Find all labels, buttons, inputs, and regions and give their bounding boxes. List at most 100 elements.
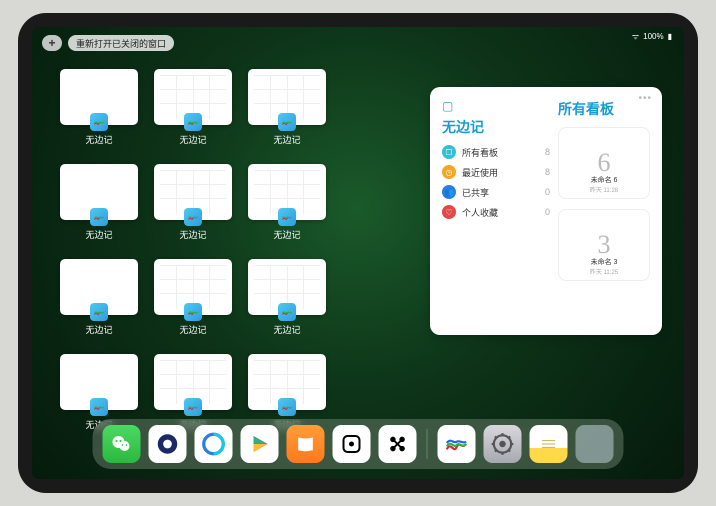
- top-bar: + 重新打开已关闭的窗口: [42, 35, 174, 51]
- thumb-preview: [60, 69, 138, 125]
- dock-app-books[interactable]: [287, 425, 325, 463]
- category-item[interactable]: ☐ 所有看板 8: [442, 145, 550, 159]
- board-subtitle: 昨天 11:25: [559, 267, 649, 276]
- category-count: 8: [545, 147, 550, 157]
- thumb-preview: [60, 259, 138, 315]
- category-item[interactable]: 👥 已共享 0: [442, 185, 550, 199]
- window-thumb[interactable]: 无边记: [60, 164, 138, 241]
- dock: [93, 419, 624, 469]
- board-title: 未命名 6: [559, 175, 649, 185]
- window-thumb[interactable]: 无边记: [248, 259, 326, 336]
- board-card[interactable]: 3 未命名 3 昨天 11:25: [558, 209, 650, 281]
- board-meta: 未命名 3 昨天 11:25: [559, 257, 649, 276]
- thumb-preview: [154, 354, 232, 410]
- freeform-app-icon: [278, 208, 296, 226]
- battery-text: 100%: [643, 32, 663, 41]
- thumb-label: 无边记: [85, 228, 112, 241]
- category-icon: ◷: [442, 165, 456, 179]
- more-icon[interactable]: •••: [638, 93, 652, 104]
- freeform-app-icon: [184, 113, 202, 131]
- new-window-button[interactable]: +: [42, 35, 62, 51]
- thumb-label: 无边记: [179, 228, 206, 241]
- wifi-icon: ᯤ: [632, 31, 639, 42]
- thumb-label: 无边记: [273, 133, 300, 146]
- category-icon: ♡: [442, 205, 456, 219]
- board-card[interactable]: 6 未命名 6 昨天 11:28: [558, 127, 650, 199]
- thumb-label: 无边记: [85, 323, 112, 336]
- freeform-app-icon: [90, 113, 108, 131]
- panel-content: 所有看板 6 未命名 6 昨天 11:28 3 未命名 3 昨天 11:25: [558, 99, 650, 323]
- thumb-label: 无边记: [273, 228, 300, 241]
- thumb-preview: [248, 164, 326, 220]
- category-label: 个人收藏: [462, 206, 498, 219]
- freeform-panel[interactable]: ••• ▢ 无边记 ☐ 所有看板 8◷ 最近使用 8👥 已共享 0♡ 个人收藏 …: [430, 87, 662, 335]
- window-thumb[interactable]: 无边记: [60, 259, 138, 336]
- board-title: 未命名 3: [559, 257, 649, 267]
- dock-app-folder[interactable]: [576, 425, 614, 463]
- panel-sidebar: ▢ 无边记 ☐ 所有看板 8◷ 最近使用 8👥 已共享 0♡ 个人收藏 0: [442, 99, 550, 323]
- thumb-preview: [60, 164, 138, 220]
- thumb-label: 无边记: [273, 323, 300, 336]
- dock-app-freeform[interactable]: [438, 425, 476, 463]
- window-thumb[interactable]: 无边记: [248, 164, 326, 241]
- thumb-label: 无边记: [85, 133, 112, 146]
- ipad-frame: ᯤ 100% ▮ + 重新打开已关闭的窗口 无边记 无边记: [18, 13, 698, 493]
- freeform-app-icon: [90, 398, 108, 416]
- freeform-app-icon: [278, 398, 296, 416]
- category-item[interactable]: ◷ 最近使用 8: [442, 165, 550, 179]
- category-item[interactable]: ♡ 个人收藏 0: [442, 205, 550, 219]
- dock-app-qqb[interactable]: [195, 425, 233, 463]
- category-label: 所有看板: [462, 146, 498, 159]
- window-grid: 无边记 无边记 无边记 无边记 无边记: [60, 69, 326, 431]
- thumb-preview: [154, 69, 232, 125]
- thumb-preview: [154, 164, 232, 220]
- screen: ᯤ 100% ▮ + 重新打开已关闭的窗口 无边记 无边记: [32, 27, 684, 479]
- category-label: 已共享: [462, 186, 489, 199]
- dock-app-quark[interactable]: [149, 425, 187, 463]
- board-meta: 未命名 6 昨天 11:28: [559, 175, 649, 194]
- dock-app-dice[interactable]: [333, 425, 371, 463]
- dock-app-settings[interactable]: [484, 425, 522, 463]
- dock-app-x[interactable]: [379, 425, 417, 463]
- category-icon: ☐: [442, 145, 456, 159]
- freeform-app-icon: [184, 208, 202, 226]
- window-thumb[interactable]: 无边记: [154, 259, 232, 336]
- freeform-app-icon: [278, 113, 296, 131]
- window-thumb[interactable]: 无边记: [154, 164, 232, 241]
- category-label: 最近使用: [462, 166, 498, 179]
- thumb-preview: [60, 354, 138, 410]
- reopen-label: 重新打开已关闭的窗口: [76, 37, 166, 50]
- thumb-preview: [154, 259, 232, 315]
- panel-app-title: 无边记: [442, 117, 550, 137]
- category-list: ☐ 所有看板 8◷ 最近使用 8👥 已共享 0♡ 个人收藏 0: [442, 145, 550, 219]
- dock-app-play[interactable]: [241, 425, 279, 463]
- freeform-app-icon: [90, 303, 108, 321]
- sidebar-toggle-icon[interactable]: ▢: [442, 99, 550, 113]
- thumb-label: 无边记: [179, 133, 206, 146]
- freeform-app-icon: [184, 303, 202, 321]
- thumb-label: 无边记: [179, 323, 206, 336]
- window-thumb[interactable]: 无边记: [60, 69, 138, 146]
- board-sketch: 3: [598, 230, 611, 260]
- category-icon: 👥: [442, 185, 456, 199]
- status-bar: ᯤ 100% ▮: [632, 31, 672, 42]
- board-sketch: 6: [598, 148, 611, 178]
- plus-icon: +: [48, 36, 55, 50]
- category-count: 0: [545, 187, 550, 197]
- freeform-app-icon: [90, 208, 108, 226]
- board-list: 6 未命名 6 昨天 11:28 3 未命名 3 昨天 11:25: [558, 127, 650, 281]
- freeform-app-icon: [184, 398, 202, 416]
- thumb-preview: [248, 69, 326, 125]
- window-thumb[interactable]: 无边记: [248, 69, 326, 146]
- thumb-preview: [248, 259, 326, 315]
- panel-right-title: 所有看板: [558, 99, 650, 119]
- reopen-closed-button[interactable]: 重新打开已关闭的窗口: [68, 35, 174, 51]
- freeform-app-icon: [278, 303, 296, 321]
- thumb-preview: [248, 354, 326, 410]
- dock-separator: [427, 429, 428, 459]
- window-thumb[interactable]: 无边记: [154, 69, 232, 146]
- board-subtitle: 昨天 11:28: [559, 185, 649, 194]
- category-count: 0: [545, 207, 550, 217]
- dock-app-wechat[interactable]: [103, 425, 141, 463]
- dock-app-notes[interactable]: [530, 425, 568, 463]
